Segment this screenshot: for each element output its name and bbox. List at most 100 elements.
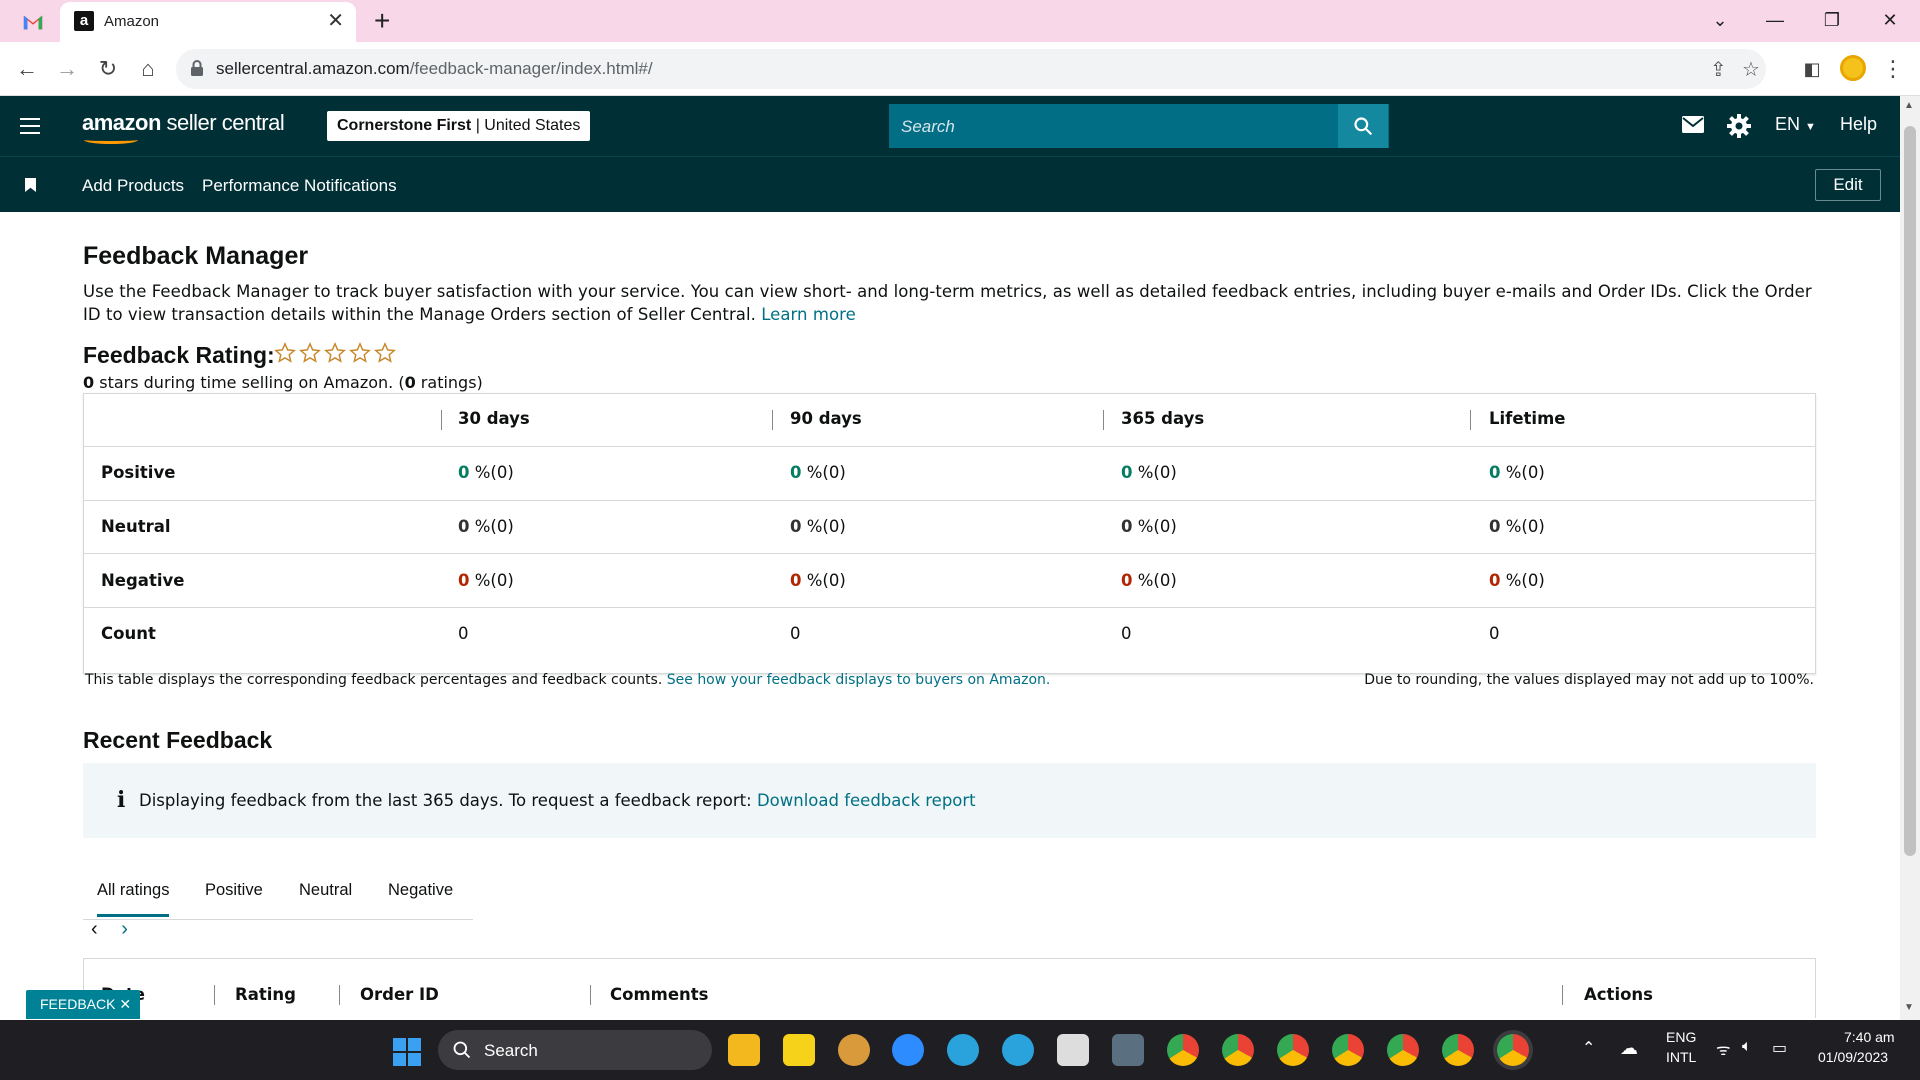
column-header-365-days: 365 days (1121, 409, 1205, 428)
bookmark-icon[interactable] (25, 178, 36, 192)
sticky-notes-icon[interactable] (783, 1034, 815, 1066)
app-icon[interactable] (838, 1034, 870, 1066)
forward-icon[interactable]: → (52, 54, 82, 84)
bookmark-star-icon[interactable]: ☆ (1742, 57, 1760, 82)
tab-positive[interactable]: Positive (205, 881, 263, 900)
table-row-count: Count 0 0 0 0 (84, 608, 1815, 673)
browser-menu-icon[interactable]: ⋮ (1878, 54, 1908, 84)
settings-gear-icon[interactable] (1727, 114, 1751, 138)
tab-all-ratings[interactable]: All ratings (97, 881, 170, 917)
chrome-icon[interactable] (1222, 1034, 1254, 1066)
restore-icon[interactable]: ❐ (1812, 8, 1852, 32)
browser-tab-amazon[interactable]: a Amazon ✕ (60, 2, 356, 42)
taskbar-search-label: Search (484, 1041, 538, 1060)
clock-date[interactable]: 01/09/2023 (1818, 1049, 1888, 1065)
table-row-neutral: Neutral 0 %(0) 0 %(0) 0 %(0) 0 %(0) (84, 501, 1815, 554)
reload-icon[interactable]: ↻ (93, 54, 123, 84)
column-header-actions[interactable]: Actions (1584, 985, 1653, 1004)
profile-avatar[interactable] (1840, 55, 1866, 81)
chrome-active-icon[interactable] (1497, 1034, 1529, 1066)
add-products-link[interactable]: Add Products (82, 176, 184, 196)
column-header-order-id[interactable]: Order ID (360, 985, 439, 1004)
next-page-icon[interactable]: › (121, 918, 128, 940)
feedback-widget-button[interactable]: FEEDBACK ✕ (26, 990, 140, 1019)
back-icon[interactable]: ← (12, 54, 42, 84)
column-header-rating[interactable]: Rating (235, 985, 296, 1004)
windows-start-icon[interactable] (392, 1037, 422, 1067)
tab-negative[interactable]: Negative (388, 881, 453, 900)
chrome-icon[interactable] (1167, 1034, 1199, 1066)
tab-title: Amazon (104, 13, 160, 30)
column-divider (441, 410, 442, 430)
file-explorer-icon[interactable] (728, 1034, 760, 1066)
seller-central-logo[interactable]: amazon seller central (82, 110, 285, 136)
feedback-display-link[interactable]: See how your feedback displays to buyers… (667, 672, 1051, 688)
download-feedback-report-link[interactable]: Download feedback report (757, 791, 976, 810)
show-hidden-icons-icon[interactable]: ⌃ (1582, 1038, 1595, 1058)
previous-page-icon[interactable]: ‹ (91, 918, 98, 940)
edit-bookmarks-button[interactable]: Edit (1815, 169, 1881, 201)
help-link[interactable]: Help (1840, 114, 1877, 135)
address-bar[interactable]: sellercentral.amazon.com/feedback-manage… (176, 49, 1766, 89)
scroll-up-icon[interactable]: ▲ (1904, 100, 1914, 111)
zoom-icon[interactable] (892, 1034, 924, 1066)
scroll-down-icon[interactable]: ▼ (1904, 1002, 1914, 1013)
star-empty-icon (299, 342, 321, 363)
negative-365-days: 0 %(0) (1121, 571, 1177, 590)
tab-neutral[interactable]: Neutral (299, 881, 352, 900)
info-alert: i Displaying feedback from the last 365 … (83, 763, 1816, 838)
positive-365-days: 0 %(0) (1121, 463, 1177, 482)
chrome-icon[interactable] (1277, 1034, 1309, 1066)
minimize-icon[interactable]: — (1755, 8, 1795, 32)
chrome-icon[interactable] (1387, 1034, 1419, 1066)
messages-envelope-icon[interactable] (1682, 116, 1704, 133)
seller-central-header: amazon seller central Cornerstone First … (0, 96, 1900, 156)
home-icon[interactable]: ⌂ (133, 54, 163, 84)
hamburger-menu-icon[interactable] (20, 118, 40, 134)
telegram-icon[interactable] (1002, 1034, 1034, 1066)
close-window-icon[interactable]: ✕ (1870, 8, 1910, 32)
close-icon[interactable]: ✕ (119, 996, 131, 1012)
store-selector[interactable]: Cornerstone First | United States (327, 111, 591, 141)
telegram-icon[interactable] (947, 1034, 979, 1066)
tab-search-chevron-icon[interactable]: ⌄ (1700, 8, 1740, 32)
browser-tab-strip: a Amazon ✕ + ⌄ — ❐ ✕ (0, 0, 1920, 42)
column-divider (214, 985, 215, 1005)
wifi-icon[interactable]: ᯤ (1716, 1038, 1731, 1060)
amazon-favicon-icon: a (74, 11, 94, 31)
new-tab-icon[interactable]: + (374, 6, 390, 36)
page-scrollbar[interactable]: ▲ ▼ (1900, 96, 1920, 1020)
side-panel-icon[interactable]: ◧ (1797, 54, 1827, 84)
table-header-row: 30 days 90 days 365 days Lifetime (84, 394, 1815, 447)
calculator-icon[interactable] (1112, 1034, 1144, 1066)
chrome-icon[interactable] (1332, 1034, 1364, 1066)
rating-filter-tabs: All ratings Positive Neutral Negative (83, 862, 473, 920)
url-text: sellercentral.amazon.com/feedback-manage… (216, 59, 653, 78)
onedrive-cloud-icon[interactable]: ☁ (1620, 1038, 1638, 1059)
row-label-neutral: Neutral (101, 517, 171, 536)
snipping-tool-icon[interactable] (1057, 1034, 1089, 1066)
chrome-icon[interactable] (1442, 1034, 1474, 1066)
close-tab-icon[interactable]: ✕ (327, 9, 344, 33)
gmail-icon[interactable] (22, 11, 44, 33)
clock-time[interactable]: 7:40 am (1844, 1029, 1895, 1045)
language-selector[interactable]: EN ▼ (1775, 114, 1816, 135)
performance-notifications-link[interactable]: Performance Notifications (202, 176, 397, 196)
language-indicator-bottom[interactable]: INTL (1666, 1049, 1696, 1065)
search-button[interactable] (1338, 104, 1388, 148)
rounding-note: Due to rounding, the values displayed ma… (1364, 672, 1814, 688)
language-indicator-top[interactable]: ENG (1666, 1029, 1696, 1045)
taskbar-search[interactable]: Search (438, 1030, 712, 1070)
battery-icon[interactable]: ▭ (1772, 1038, 1787, 1058)
seller-search-input[interactable]: Search (889, 104, 1389, 148)
column-divider (339, 985, 340, 1005)
lock-icon[interactable] (190, 59, 204, 77)
scrollbar-thumb[interactable] (1904, 126, 1916, 856)
share-icon[interactable]: ⇪ (1710, 57, 1727, 82)
count-90-days: 0 (790, 624, 801, 643)
column-header-comments[interactable]: Comments (610, 985, 708, 1004)
learn-more-link[interactable]: Learn more (761, 305, 856, 324)
volume-icon[interactable]: 🔈︎ (1742, 1038, 1752, 1056)
feedback-metrics-table: 30 days 90 days 365 days Lifetime Positi… (83, 393, 1816, 674)
star-empty-icon (274, 342, 296, 363)
